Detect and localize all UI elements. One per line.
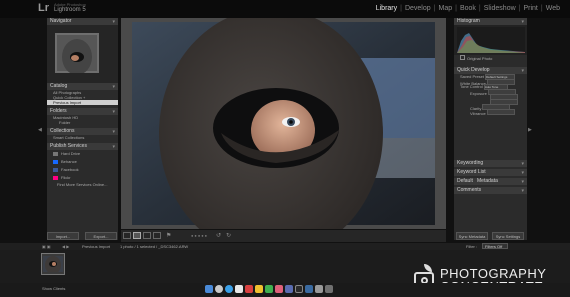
app-name: Lightroom 5: [54, 7, 86, 13]
histogram-header[interactable]: Histogram ▾: [454, 18, 527, 25]
histogram-graph: [457, 27, 525, 53]
filmstrip-thumbnail[interactable]: [41, 253, 65, 275]
module-slideshow[interactable]: Slideshow: [484, 5, 516, 12]
publish-behance[interactable]: Behance: [47, 158, 118, 166]
library-toolbar: ⚑ ●●●●● ↺ ↻: [121, 230, 446, 242]
filmstrip-bar: ▣ ▣ ◀ ▶ Previous Import 1 photo / 1 sele…: [0, 243, 570, 250]
nav-arrows-icon[interactable]: ◀ ▶: [62, 244, 69, 249]
export-button[interactable]: Export...: [85, 232, 117, 240]
behance-icon: [53, 159, 58, 164]
loupe-view-icon[interactable]: [133, 232, 141, 239]
finder-icon[interactable]: [205, 285, 213, 293]
rotate-left-icon[interactable]: ↺: [216, 232, 221, 239]
compare-view-icon[interactable]: [143, 232, 151, 239]
module-map[interactable]: Map: [438, 5, 452, 12]
notes-icon[interactable]: [255, 285, 263, 293]
right-panel-toggle-icon[interactable]: ▶: [528, 127, 532, 133]
filmstrip-source[interactable]: Previous Import: [82, 244, 110, 249]
launchpad-icon[interactable]: [215, 285, 223, 293]
navigator-title: Navigator: [50, 18, 72, 24]
collections-header[interactable]: Collections ▾: [47, 128, 118, 135]
publish-hard-drive[interactable]: Hard Drive: [47, 150, 118, 158]
navigator-thumbnail: [55, 33, 99, 73]
flickr-icon: [53, 175, 58, 180]
mail-icon[interactable]: [235, 285, 243, 293]
preferences-icon[interactable]: [315, 285, 323, 293]
navigator-header[interactable]: Navigator ▾: [47, 18, 118, 25]
messages-icon[interactable]: [265, 285, 273, 293]
sync-settings-button[interactable]: Sync Settings: [492, 232, 524, 240]
left-panel-toggle-icon[interactable]: ◀: [38, 127, 42, 133]
mac-dock: Show Clients: [0, 283, 570, 297]
publish-flickr[interactable]: Flickr: [47, 174, 118, 182]
publish-facebook[interactable]: Facebook: [47, 166, 118, 174]
module-web[interactable]: Web: [546, 5, 560, 12]
filter-dropdown[interactable]: Filters Off: [482, 243, 508, 249]
facebook-icon: [53, 167, 58, 172]
find-more-services[interactable]: Find More Services Online...: [47, 182, 118, 187]
grid-view-icon[interactable]: [123, 232, 131, 239]
leaf-logo-icon: [424, 264, 432, 272]
left-panel: Navigator ▾ Catalog ▾ All Photographs Quic…: [47, 18, 118, 240]
main-photo: [132, 8, 435, 258]
metadata-header[interactable]: Default Metadata ▾: [454, 178, 527, 185]
navigator-preview[interactable]: [47, 25, 118, 83]
trash-icon[interactable]: [325, 285, 333, 293]
calendar-icon[interactable]: [245, 285, 253, 293]
module-print[interactable]: Print: [523, 5, 537, 12]
module-picker: Library | Develop | Map | Book | Slideshow | Print…: [375, 5, 560, 12]
module-book[interactable]: Book: [460, 5, 476, 12]
hard-drive-icon: [53, 151, 58, 156]
keyword-list-header[interactable]: Keyword List ▾: [454, 169, 527, 176]
thumbnail-image: [43, 256, 63, 272]
right-panel: Histogram ▾ Original Photo Quick Develop ▾…: [454, 18, 527, 240]
dock-label: Show Clients: [42, 286, 66, 291]
publish-services-header[interactable]: Publish Services ▾: [47, 143, 118, 150]
itunes-icon[interactable]: [285, 285, 293, 293]
module-develop[interactable]: Develop: [405, 5, 431, 12]
photos-icon[interactable]: [275, 285, 283, 293]
main-photo-area[interactable]: [121, 8, 446, 258]
lightroom-dock-icon[interactable]: [295, 285, 303, 293]
module-library[interactable]: Library: [376, 5, 397, 12]
import-button[interactable]: Import...: [47, 232, 79, 240]
flag-icon[interactable]: ⚑: [166, 232, 171, 239]
filter-label: Filter :: [466, 244, 478, 249]
safari-icon[interactable]: [225, 285, 233, 293]
folders-header[interactable]: Folders ▾: [47, 108, 118, 115]
filmstrip-info: 1 photo / 1 selected / _DSC3462.ARW: [120, 244, 189, 249]
survey-view-icon[interactable]: [153, 232, 161, 239]
comments-header[interactable]: Comments ▾: [454, 187, 527, 194]
lightroom-logo: Lr: [38, 2, 49, 14]
dock-icons: [205, 285, 355, 295]
catalog-header[interactable]: Catalog ▾: [47, 83, 118, 90]
keywording-header[interactable]: Keywording ▾: [454, 160, 527, 167]
rotate-right-icon[interactable]: ↻: [226, 232, 231, 239]
histogram: [454, 25, 527, 55]
photoshop-icon[interactable]: [305, 285, 313, 293]
second-window-icon[interactable]: ▣ ▣: [42, 244, 51, 249]
sync-metadata-button[interactable]: Sync Metadata: [456, 232, 488, 240]
quick-develop-header[interactable]: Quick Develop ▾: [454, 67, 527, 74]
rating-stars-icon[interactable]: ●●●●●: [191, 233, 208, 238]
